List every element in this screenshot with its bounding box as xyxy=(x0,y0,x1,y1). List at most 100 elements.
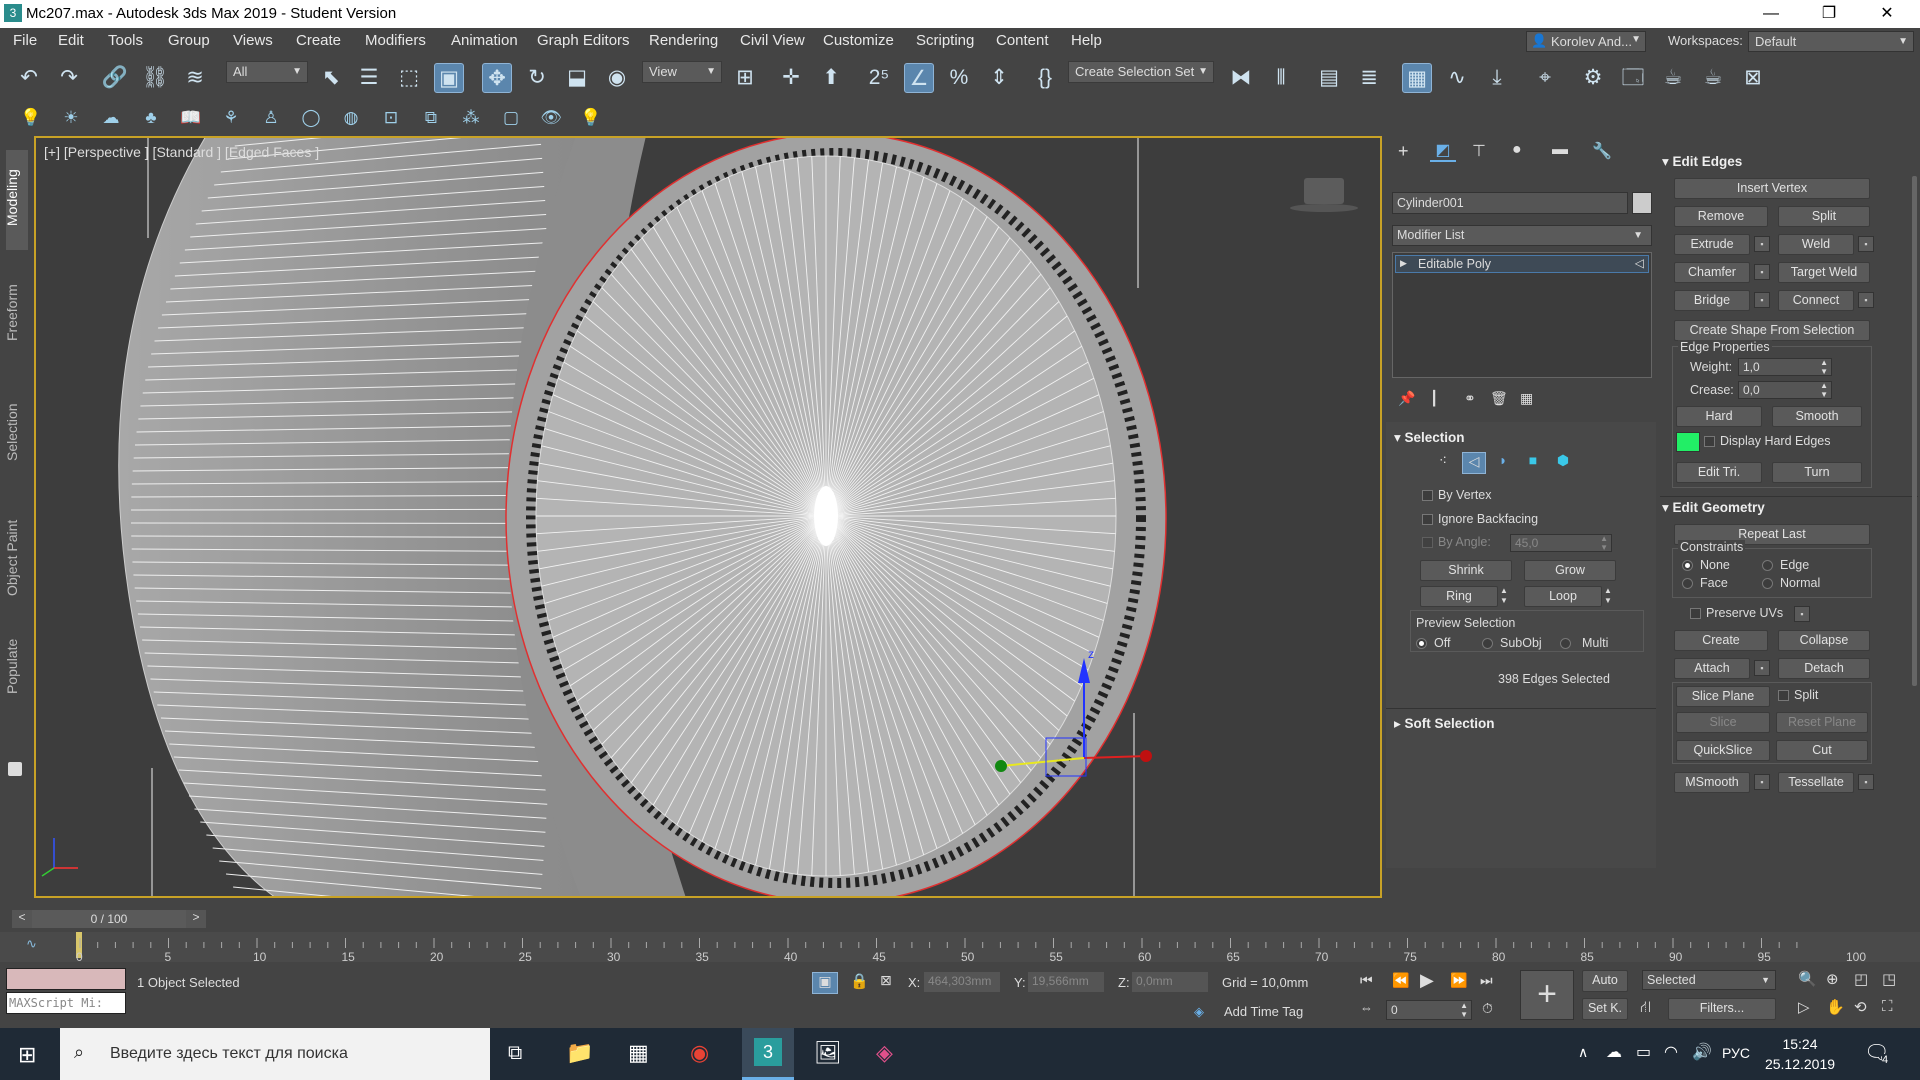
material-editor-icon[interactable]: ⚙ xyxy=(1578,63,1608,93)
display-tab-icon[interactable]: ▬ xyxy=(1552,141,1568,159)
filters-button[interactable]: Filters... xyxy=(1668,998,1776,1020)
wifi-icon[interactable]: ◠ xyxy=(1664,1042,1678,1062)
render-icon[interactable]: ☕ xyxy=(1698,63,1728,93)
stack-item-editable-poly[interactable]: ▶ Editable Poly ◁ xyxy=(1395,255,1649,273)
split-edge-button[interactable]: Split xyxy=(1778,206,1870,227)
constraint-edge-radio[interactable] xyxy=(1762,560,1773,571)
add-time-tag-button[interactable]: Add Time Tag xyxy=(1224,1004,1303,1019)
view-cube[interactable] xyxy=(1290,178,1358,212)
select-object-icon[interactable]: ⬉ xyxy=(316,63,346,93)
auto-key-button[interactable]: Auto xyxy=(1582,970,1628,992)
tab-object-paint[interactable]: Object Paint xyxy=(4,520,20,596)
render-setup-icon[interactable]: 🗔 xyxy=(1618,63,1648,93)
bridge-settings-icon[interactable]: ▪ xyxy=(1754,292,1770,308)
light-icon[interactable]: 💡 xyxy=(18,105,44,131)
select-manipulate-icon[interactable]: ✛ xyxy=(776,63,806,93)
time-prev-button[interactable]: < xyxy=(12,910,32,928)
ring-spinner-icon[interactable]: ▲ ▼ xyxy=(1500,586,1508,606)
by-vertex-checkbox[interactable] xyxy=(1422,490,1433,501)
pan-view-icon[interactable]: ✋ xyxy=(1826,998,1845,1016)
attach-button[interactable]: Attach xyxy=(1674,658,1750,679)
key-filter-select[interactable]: Selected ▼ xyxy=(1642,970,1776,990)
ring-button[interactable]: Ring xyxy=(1420,586,1498,607)
element-mode-icon[interactable]: ⬢ xyxy=(1552,452,1574,474)
figure-icon[interactable]: ♙ xyxy=(258,105,284,131)
volume-icon[interactable]: 🔊 xyxy=(1692,1042,1712,1062)
rotate-icon[interactable]: ↻ xyxy=(522,63,552,93)
isolate-selection-icon[interactable]: ▣ xyxy=(812,972,838,994)
loop-spinner-icon[interactable]: ▲ ▼ xyxy=(1604,586,1612,606)
chamfer-settings-icon[interactable]: ▪ xyxy=(1754,264,1770,280)
reference-coordinate-select[interactable]: View ▼ xyxy=(642,61,722,83)
absolute-mode-icon[interactable]: ⊠ xyxy=(880,972,892,989)
link-icon[interactable]: 🔗 xyxy=(100,63,130,93)
selection-filter-select[interactable]: All ▼ xyxy=(226,61,308,83)
box-outline-icon[interactable]: ▢ xyxy=(498,105,524,131)
app-icon[interactable]: 3 xyxy=(4,4,22,22)
y-coordinate-field[interactable]: 19,566mm xyxy=(1028,972,1104,992)
turn-button[interactable]: Turn xyxy=(1772,462,1862,483)
object-color-swatch[interactable] xyxy=(1632,192,1652,214)
collapse-button[interactable]: Collapse xyxy=(1778,630,1870,651)
vertex-mode-icon[interactable]: ⁖ xyxy=(1432,452,1454,474)
expand-icon[interactable]: ▶ xyxy=(1400,258,1407,269)
menu-content[interactable]: Content xyxy=(996,32,1049,49)
slice-button[interactable]: Slice xyxy=(1676,712,1770,733)
windows-start-icon[interactable]: ⊞ xyxy=(18,1042,36,1068)
menu-tools[interactable]: Tools xyxy=(108,32,143,49)
by-angle-checkbox[interactable] xyxy=(1422,537,1433,548)
grow-button[interactable]: Grow xyxy=(1524,560,1616,581)
mirror-icon[interactable]: ⧓ xyxy=(1226,63,1256,93)
quickslice-button[interactable]: QuickSlice xyxy=(1676,740,1770,761)
pin-stack-icon[interactable]: 📌 xyxy=(1398,390,1415,407)
loop-button[interactable]: Loop xyxy=(1524,586,1602,607)
view-cube-face[interactable] xyxy=(1304,178,1344,204)
battery-icon[interactable]: ▭ xyxy=(1636,1042,1651,1062)
msmooth-settings-icon[interactable]: ▪ xyxy=(1754,774,1770,790)
object-name-field[interactable]: Cylinder001 xyxy=(1392,192,1628,214)
crease-spinner[interactable]: 0,0 ▲ ▼ xyxy=(1738,381,1832,399)
tab-freeform[interactable]: Freeform xyxy=(4,284,20,341)
soft-selection-rollout-title[interactable]: ▸ Soft Selection xyxy=(1394,716,1495,732)
menu-civil-view[interactable]: Civil View xyxy=(740,32,805,49)
preserve-uvs-settings-icon[interactable]: ▪ xyxy=(1794,606,1810,622)
maximize-viewport-icon[interactable]: ⛶ xyxy=(1882,998,1893,1015)
clock-date[interactable]: 25.12.2019 xyxy=(1760,1056,1840,1072)
pivot-center-icon[interactable]: ⊞ xyxy=(730,63,760,93)
spinner-snap-icon[interactable]: ⇕ xyxy=(984,63,1014,93)
rectangular-selection-icon[interactable]: ⬚ xyxy=(394,63,424,93)
key-mode-icon[interactable]: ⇔ xyxy=(1360,1000,1373,1015)
calculator-icon[interactable]: ▦ xyxy=(628,1040,649,1066)
constraint-none-radio[interactable] xyxy=(1682,560,1693,571)
redo-icon[interactable]: ↷ xyxy=(54,63,84,93)
sun-icon[interactable]: ☀ xyxy=(58,105,84,131)
hierarchy-tab-icon[interactable]: ⊤ xyxy=(1472,141,1486,161)
zoom-extents-all-icon[interactable]: ◳ xyxy=(1882,970,1896,988)
remove-modifier-icon[interactable]: 🗑 xyxy=(1490,390,1508,407)
split-checkbox[interactable] xyxy=(1778,690,1789,701)
onedrive-icon[interactable]: ☁ xyxy=(1606,1042,1622,1062)
menu-scripting[interactable]: Scripting xyxy=(916,32,974,49)
scene-explorer-icon[interactable]: ▤ xyxy=(1314,63,1344,93)
photos-icon[interactable]: 🖼 xyxy=(814,1040,842,1066)
modifier-list-select[interactable]: Modifier List ▼ xyxy=(1392,225,1652,246)
undo-icon[interactable]: ↶ xyxy=(14,63,44,93)
remove-button[interactable]: Remove xyxy=(1674,206,1768,227)
display-hard-edges-checkbox[interactable] xyxy=(1704,436,1715,447)
create-selection-set-select[interactable]: Create Selection Set ▼ xyxy=(1068,61,1214,83)
play-icon[interactable]: ▶ xyxy=(1420,970,1434,991)
go-to-end-icon[interactable]: ⏭ xyxy=(1480,972,1493,989)
field-of-view-icon[interactable]: ▷ xyxy=(1798,998,1810,1016)
detach-button[interactable]: Detach xyxy=(1778,658,1870,679)
preview-off-radio[interactable] xyxy=(1416,638,1427,649)
connect-settings-icon[interactable]: ▪ xyxy=(1858,292,1874,308)
particles-icon[interactable]: ⁂ xyxy=(458,105,484,131)
align-icon[interactable]: ⫴ xyxy=(1266,63,1296,93)
render-online-icon[interactable]: ⊠ xyxy=(1738,63,1768,93)
preview-multi-radio[interactable] xyxy=(1560,638,1571,649)
go-to-start-icon[interactable]: ⏮ xyxy=(1360,972,1373,989)
paint-3d-icon[interactable]: ◈ xyxy=(876,1040,893,1066)
weight-spinner[interactable]: 1,0 ▲ ▼ xyxy=(1738,358,1832,376)
z-coordinate-field[interactable]: 0,0mm xyxy=(1132,972,1208,992)
bridge-button[interactable]: Bridge xyxy=(1674,290,1750,311)
